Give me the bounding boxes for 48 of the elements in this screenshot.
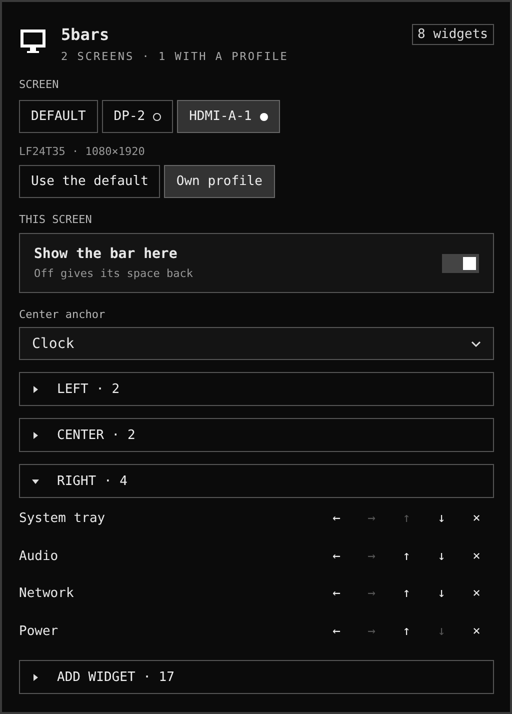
profile-option[interactable]: Own profile: [164, 165, 274, 198]
monitor-icon: [19, 28, 47, 54]
move-button[interactable]: ←: [319, 548, 354, 564]
screen-tab[interactable]: DP-2: [102, 100, 174, 133]
screen-info: LF24T35 · 1080×1920: [19, 145, 146, 158]
move-button[interactable]: ↑: [389, 548, 424, 564]
section-title: LEFT · 2: [57, 382, 120, 396]
section-header[interactable]: CENTER · 2: [19, 418, 494, 452]
move-button[interactable]: ↑: [389, 624, 424, 639]
move-button[interactable]: ×: [459, 548, 494, 564]
setting-hint: Off gives its space back: [34, 267, 194, 280]
caret-right-icon: [32, 674, 39, 680]
widget-name: Audio: [19, 548, 60, 564]
move-button[interactable]: ×: [459, 511, 494, 526]
move-button[interactable]: ←: [319, 511, 354, 526]
caret-down-icon: [32, 478, 39, 484]
widget-count: 8 widgets: [412, 24, 494, 45]
setting-title: Show the bar here: [34, 246, 178, 262]
move-button[interactable]: ×: [459, 586, 494, 602]
field-label: Center anchor: [19, 308, 106, 321]
move-button[interactable]: ←: [319, 586, 354, 602]
screen-tab[interactable]: DEFAULT: [19, 100, 98, 133]
section-title: CENTER · 2: [57, 428, 136, 442]
widget-name: Power: [19, 624, 60, 639]
widget-name: System tray: [19, 511, 106, 526]
chevron-down-icon: [471, 340, 481, 348]
move-button[interactable]: ↑: [389, 586, 424, 602]
move-button[interactable]: ↓: [424, 548, 459, 564]
profile-option[interactable]: Use the default: [19, 165, 160, 198]
section-title: RIGHT · 4: [57, 474, 128, 488]
add-widget-header[interactable]: ADD WIDGET · 17: [19, 660, 494, 694]
move-button[interactable]: ×: [459, 624, 494, 639]
move-button[interactable]: ↓: [424, 586, 459, 602]
screen-tab[interactable]: HDMI-A-1: [177, 100, 280, 133]
section-label: SCREEN: [19, 78, 60, 91]
move-button[interactable]: ↓: [424, 511, 459, 526]
toggle-switch[interactable]: [442, 254, 479, 272]
anchor-dropdown[interactable]: Clock: [19, 327, 494, 360]
caret-right-icon: [32, 432, 39, 438]
widget-name: Network: [19, 586, 75, 602]
section-label: THIS SCREEN: [19, 213, 93, 226]
move-button[interactable]: ←: [319, 624, 354, 639]
screens-summary: 2 SCREENS · 1 WITH A PROFILE: [61, 50, 290, 63]
app-title: 5bars: [61, 25, 110, 44]
caret-right-icon: [32, 386, 39, 392]
section-title: ADD WIDGET · 17: [57, 670, 174, 684]
section-header[interactable]: LEFT · 2: [19, 372, 494, 406]
section-header[interactable]: RIGHT · 4: [19, 464, 494, 498]
